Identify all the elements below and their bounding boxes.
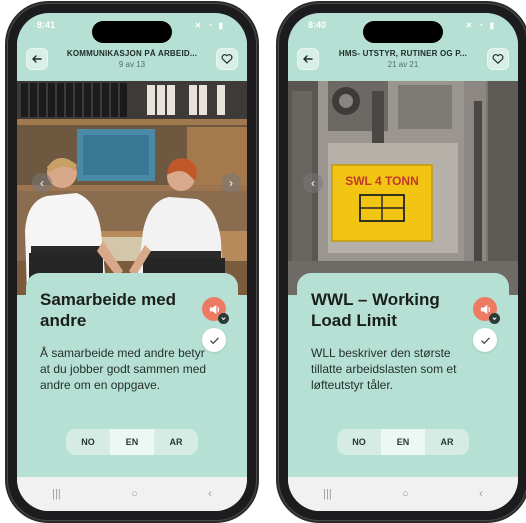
card-title: WWL – Working Load Limit <box>311 290 440 330</box>
top-bar: HMS- UTSTYR, RUTINER OG P... 21 av 21 <box>288 37 518 81</box>
heart-icon <box>492 54 504 64</box>
status-icons: ✕ ◔ ▮ <box>465 20 496 30</box>
card-title: Samarbeide med andre <box>40 290 177 330</box>
card-body: Å samarbeide med andre betyr at du jobbe… <box>40 346 207 392</box>
screen-right: 8:40 ✕ ◔ ▮ HMS- UTSTYR, RUTINER OG P... … <box>288 13 518 511</box>
phone-right: 8:40 ✕ ◔ ▮ HMS- UTSTYR, RUTINER OG P... … <box>279 4 526 520</box>
page-counter: 21 av 21 <box>387 60 419 69</box>
audio-button[interactable] <box>473 297 500 324</box>
title-area: HMS- UTSTYR, RUTINER OG P... 21 av 21 <box>319 49 487 69</box>
dynamic-island <box>92 21 172 43</box>
back-arrow-icon <box>303 55 313 63</box>
system-nav-bar: ||| ○ ‹ <box>17 477 247 511</box>
recents-button[interactable]: ||| <box>52 488 61 500</box>
heart-icon <box>221 54 233 64</box>
title-area: KOMMUNIKASJON PÅ ARBEID... 9 av 13 <box>48 49 216 69</box>
system-back-button[interactable]: ‹ <box>208 488 212 500</box>
page-counter: 9 av 13 <box>118 60 146 69</box>
favorite-button[interactable] <box>487 48 509 70</box>
chevron-down-icon <box>492 317 497 321</box>
lang-option-no[interactable]: NO <box>66 429 110 455</box>
audio-options-button[interactable] <box>489 313 500 324</box>
mark-complete-button[interactable] <box>202 328 226 352</box>
back-button[interactable] <box>297 48 319 70</box>
dynamic-island <box>363 21 443 43</box>
speaker-icon <box>209 304 219 314</box>
lang-option-en[interactable]: EN <box>110 429 154 455</box>
module-title: KOMMUNIKASJON PÅ ARBEID... <box>66 49 198 58</box>
status-time: 8:40 <box>308 20 327 30</box>
language-switch: NO EN AR <box>337 429 469 455</box>
status-time: 8:41 <box>37 20 56 30</box>
status-icons: ✕ ◔ ▮ <box>194 20 225 30</box>
content-card: WWL – Working Load Limit WLL beskriver d… <box>297 273 509 477</box>
speaker-icon <box>480 304 490 314</box>
language-switch: NO EN AR <box>66 429 198 455</box>
audio-options-button[interactable] <box>218 313 229 324</box>
screen-left: 8:41 ✕ ◔ ▮ KOMMUNIKASJON PÅ ARBEID... 9 … <box>17 13 247 511</box>
system-nav-bar: ||| ○ ‹ <box>288 477 518 511</box>
content-card: Samarbeide med andre Å samarbeide med an… <box>26 273 238 477</box>
back-arrow-icon <box>32 55 42 63</box>
top-bar: KOMMUNIKASJON PÅ ARBEID... 9 av 13 <box>17 37 247 81</box>
chevron-right-icon: › <box>229 176 233 190</box>
back-button[interactable] <box>26 48 48 70</box>
chevron-left-icon: ‹ <box>311 176 315 190</box>
card-body: WLL beskriver den største tillatte arbei… <box>311 346 457 392</box>
lesson-image <box>17 81 247 295</box>
check-icon <box>480 337 490 344</box>
chevron-down-icon <box>221 317 226 321</box>
lang-option-ar[interactable]: AR <box>425 429 469 455</box>
phone-left: 8:41 ✕ ◔ ▮ KOMMUNIKASJON PÅ ARBEID... 9 … <box>8 4 256 520</box>
sign-text: SWL 4 TONN <box>345 174 419 188</box>
previous-slide-button[interactable]: ‹ <box>32 173 52 193</box>
recents-button[interactable]: ||| <box>323 488 332 500</box>
system-back-button[interactable]: ‹ <box>479 488 483 500</box>
audio-button[interactable] <box>202 297 229 324</box>
mark-complete-button[interactable] <box>473 328 497 352</box>
module-title: HMS- UTSTYR, RUTINER OG P... <box>338 49 468 58</box>
check-icon <box>209 337 219 344</box>
previous-slide-button[interactable]: ‹ <box>303 173 323 193</box>
lang-option-ar[interactable]: AR <box>154 429 198 455</box>
chevron-left-icon: ‹ <box>40 176 44 190</box>
favorite-button[interactable] <box>216 48 238 70</box>
lang-option-no[interactable]: NO <box>337 429 381 455</box>
home-button[interactable]: ○ <box>131 488 138 500</box>
next-slide-button[interactable]: › <box>221 173 241 193</box>
lang-option-en[interactable]: EN <box>381 429 425 455</box>
home-button[interactable]: ○ <box>402 488 409 500</box>
lesson-image: SWL 4 TONN <box>288 81 518 295</box>
